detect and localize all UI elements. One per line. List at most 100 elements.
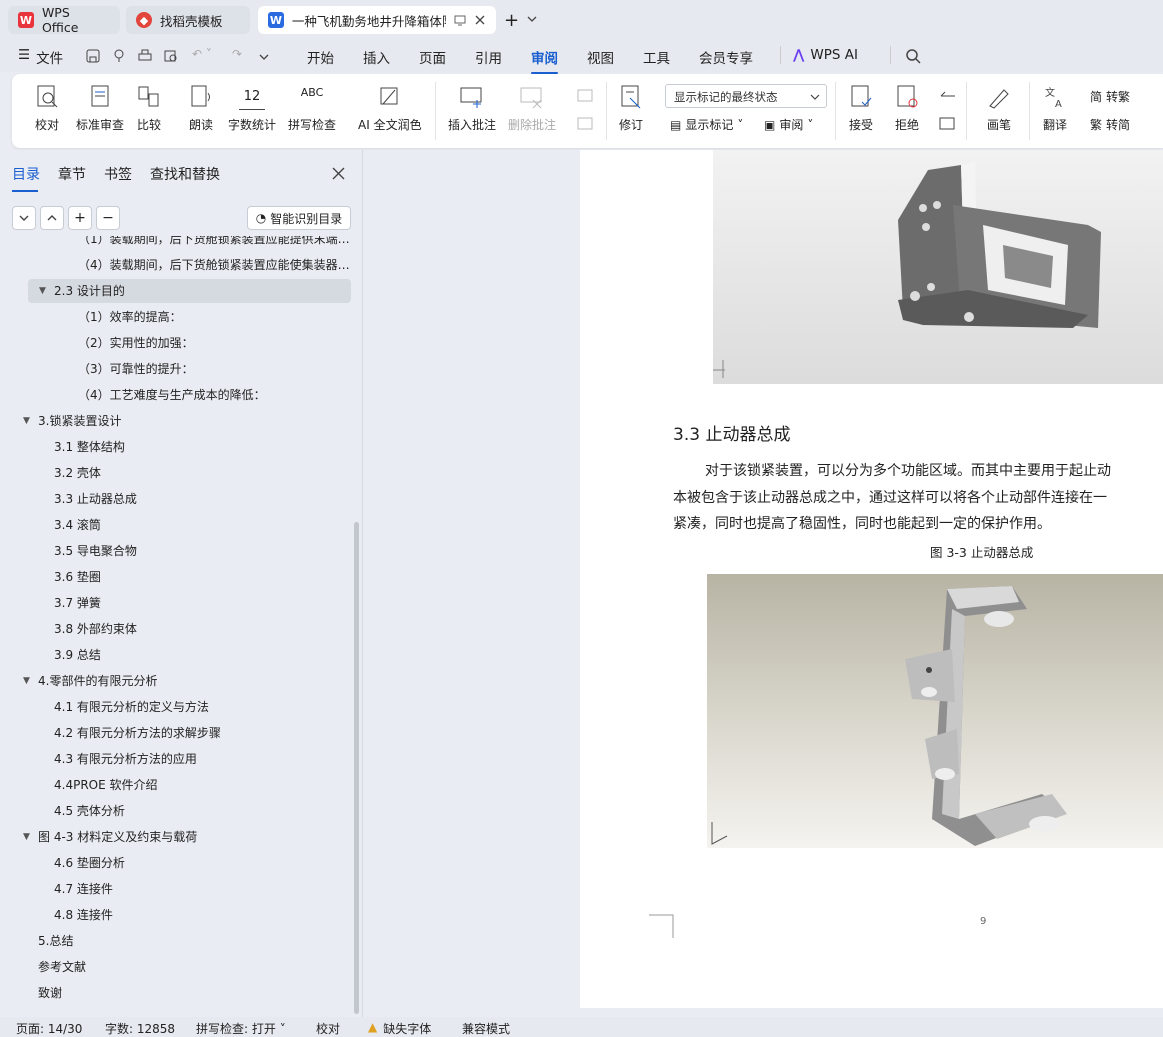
status-page[interactable]: 页面: 14/30 xyxy=(16,1020,82,1037)
reject-button[interactable]: 拒绝 xyxy=(894,84,920,133)
delete-comment-button[interactable]: 删除批注 xyxy=(508,84,556,133)
print-preview-icon[interactable] xyxy=(164,49,178,63)
toc-item[interactable]: （1）效率的提高： xyxy=(78,306,182,328)
toc-item[interactable]: 2.3 设计目的 xyxy=(54,280,125,302)
compare-button[interactable]: 比较 xyxy=(136,84,162,133)
toc-item[interactable]: 4.5 壳体分析 xyxy=(54,800,125,822)
tab-docer-templates[interactable]: ◆ 找稻壳模板 xyxy=(126,6,250,34)
toc-item[interactable]: 5.总结 xyxy=(38,930,73,952)
previous-comment-icon[interactable] xyxy=(577,88,595,104)
menu-references[interactable]: 引用 xyxy=(475,47,502,67)
tab-current-document[interactable]: W 一种飞机勤务地井升降箱体限 xyxy=(258,6,496,34)
toc-item[interactable]: 3.锁紧装置设计 xyxy=(38,410,121,432)
toc-item[interactable]: （3）可靠性的提升： xyxy=(78,358,194,380)
toc-item[interactable]: 3.8 外部约束体 xyxy=(54,618,137,640)
remove-heading-button[interactable]: − xyxy=(96,206,120,230)
toc-scrollbar[interactable] xyxy=(354,522,359,1014)
toc-item[interactable]: 3.6 垫圈 xyxy=(54,566,101,588)
menu-member[interactable]: 会员专享 xyxy=(699,47,753,67)
next-comment-icon[interactable] xyxy=(577,116,595,132)
tab-bookmarks[interactable]: 书签 xyxy=(104,164,132,192)
translate-button[interactable]: 文A 翻译 xyxy=(1042,84,1068,133)
status-word-count[interactable]: 字数: 12858 xyxy=(105,1020,175,1037)
toc-item[interactable]: 3.9 总结 xyxy=(54,644,101,666)
file-menu[interactable]: ☰ 文件 xyxy=(18,47,63,67)
status-proofread[interactable]: 校对 xyxy=(316,1020,340,1037)
toc-item[interactable]: （4）工艺难度与生产成本的降低： xyxy=(78,384,266,406)
pen-button[interactable]: 画笔 xyxy=(986,84,1012,133)
status-compat-mode[interactable]: 兼容模式 xyxy=(462,1020,510,1037)
collapse-up-button[interactable] xyxy=(40,206,64,230)
wps-ai-button[interactable]: ⋀ WPS AI xyxy=(793,47,858,63)
export-icon[interactable] xyxy=(112,49,126,63)
read-aloud-button[interactable]: 朗读 xyxy=(188,84,214,133)
toc-item[interactable]: 3.5 导电聚合物 xyxy=(54,540,137,562)
spell-check-button[interactable]: ABC 拼写检查 xyxy=(288,84,336,133)
menu-home[interactable]: 开始 xyxy=(307,47,334,67)
toc-item[interactable]: （1）装载期间，后下货舱锁紧装置应能提供末端… xyxy=(78,236,350,250)
status-spell-check[interactable]: 拼写检查: 打开 ˅ xyxy=(196,1020,286,1037)
insert-comment-button[interactable]: 插入批注 xyxy=(448,84,496,133)
menu-view[interactable]: 视图 xyxy=(587,47,614,67)
menu-review[interactable]: 审阅 xyxy=(531,47,558,74)
toc-item[interactable]: 4.1 有限元分析的定义与方法 xyxy=(54,696,209,718)
toc-item[interactable]: 图 4-3 材料定义及约束与载荷 xyxy=(38,826,197,848)
toc-item[interactable]: 4.4PROE 软件介绍 xyxy=(54,774,158,796)
undo-icon[interactable]: ↶ ˅ xyxy=(192,47,212,61)
word-count-button[interactable]: 12 字数统计 xyxy=(228,84,276,133)
to-simplified-button[interactable]: 繁 转简 xyxy=(1090,116,1130,133)
toc-item[interactable]: 4.3 有限元分析方法的应用 xyxy=(54,748,197,770)
more-chevron-icon[interactable] xyxy=(259,53,269,61)
new-tab-plus-icon[interactable]: + xyxy=(504,10,519,31)
toc-item[interactable]: 3.3 止动器总成 xyxy=(54,488,137,510)
show-markup-button[interactable]: ▤ 显示标记 ˅ xyxy=(670,116,743,133)
toc-expand-triangle-icon[interactable]: ▼ xyxy=(23,826,30,848)
toc-item[interactable]: 3.4 滚筒 xyxy=(54,514,101,536)
tab-toc[interactable]: 目录 xyxy=(12,164,40,192)
tab-wps-office[interactable]: W WPS Office xyxy=(8,5,120,35)
track-changes-button[interactable]: 修订 xyxy=(618,84,644,133)
add-heading-button[interactable]: + xyxy=(68,206,92,230)
redo-icon[interactable]: ↷ xyxy=(232,47,242,61)
to-traditional-button[interactable]: 简 转繁 xyxy=(1090,88,1130,105)
review-pane-button[interactable]: ▣ 审阅 ˅ xyxy=(764,116,813,133)
close-icon[interactable] xyxy=(474,14,486,26)
status-missing-font[interactable]: ▲ 缺失字体 xyxy=(368,1020,431,1037)
document-canvas: 3.3 止动器总成 对于该锁紧装置，可以分为多个功能区域。而其中主要用于起止动 … xyxy=(364,150,1163,1017)
toc-expand-triangle-icon[interactable]: ▼ xyxy=(39,280,46,302)
search-icon[interactable] xyxy=(905,48,921,64)
toc-item[interactable]: 致谢 xyxy=(38,982,62,1004)
next-change-icon[interactable] xyxy=(939,116,957,132)
tab-chapters[interactable]: 章节 xyxy=(58,164,86,192)
toc-item[interactable]: 4.零部件的有限元分析 xyxy=(38,670,157,692)
save-icon[interactable] xyxy=(86,49,100,63)
toc-item[interactable]: 参考文献 xyxy=(38,956,86,978)
toc-item[interactable]: 4.7 连接件 xyxy=(54,878,113,900)
previous-change-icon[interactable] xyxy=(939,88,957,104)
ai-polish-button[interactable]: AI 全文润色 xyxy=(358,84,422,133)
toc-item[interactable]: 3.2 壳体 xyxy=(54,462,101,484)
toc-item[interactable]: （4）装载期间，后下货舱锁紧装置应能使集装器… xyxy=(78,254,350,276)
close-pane-icon[interactable] xyxy=(332,167,345,180)
accept-button[interactable]: 接受 xyxy=(848,84,874,133)
menu-insert[interactable]: 插入 xyxy=(363,47,390,67)
chevron-down-icon[interactable] xyxy=(527,15,537,23)
tab-find-replace[interactable]: 查找和替换 xyxy=(150,164,220,192)
menu-page[interactable]: 页面 xyxy=(419,47,446,67)
toc-item[interactable]: 4.6 垫圈分析 xyxy=(54,852,125,874)
ai-polish-label: AI 全文润色 xyxy=(358,118,422,132)
toc-item[interactable]: 4.2 有限元分析方法的求解步骤 xyxy=(54,722,221,744)
menu-tools[interactable]: 工具 xyxy=(643,47,670,67)
toc-item[interactable]: 4.8 连接件 xyxy=(54,904,113,926)
toc-item[interactable]: （2）实用性的加强： xyxy=(78,332,194,354)
toc-item[interactable]: 3.7 弹簧 xyxy=(54,592,101,614)
print-icon[interactable] xyxy=(138,49,152,63)
markup-display-select[interactable]: 显示标记的最终状态 xyxy=(665,84,827,108)
toc-expand-triangle-icon[interactable]: ▼ xyxy=(23,670,30,692)
smart-toc-button[interactable]: ◔ 智能识别目录 xyxy=(247,206,351,230)
toc-expand-triangle-icon[interactable]: ▼ xyxy=(23,410,30,432)
expand-down-button[interactable] xyxy=(12,206,36,230)
toc-item[interactable]: 3.1 整体结构 xyxy=(54,436,125,458)
standard-review-button[interactable]: 标准审查 xyxy=(76,84,124,133)
proofread-button[interactable]: 校对 xyxy=(34,84,60,133)
